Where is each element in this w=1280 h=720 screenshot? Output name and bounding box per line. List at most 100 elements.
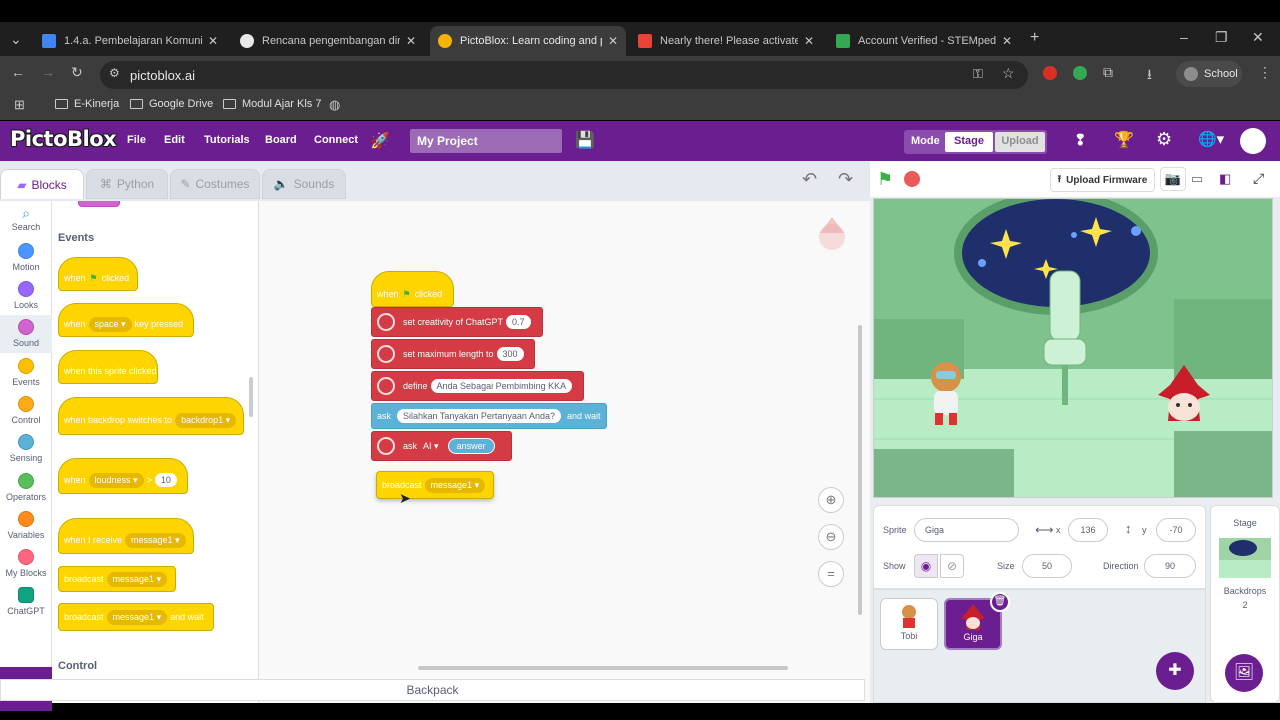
extensions-puzzle-icon[interactable]: ⧉ <box>1103 64 1113 81</box>
menu-edit[interactable]: Edit <box>164 134 185 146</box>
backpack-bar[interactable]: Backpack <box>0 679 865 701</box>
ask-question-input[interactable]: Silahkan Tanyakan Pertanyaan Anda? <box>397 409 561 423</box>
category-chatgpt[interactable]: ChatGPT <box>0 587 52 616</box>
category-motion[interactable]: Motion <box>0 243 52 272</box>
tab-blocks[interactable]: ▰ Blocks <box>0 169 84 199</box>
small-stage-icon[interactable]: ▭ <box>1191 171 1203 187</box>
close-tab-icon[interactable]: ✕ <box>804 34 814 48</box>
large-stage-icon[interactable]: ◧ <box>1219 171 1231 187</box>
stage-canvas[interactable] <box>873 198 1273 498</box>
redo-icon[interactable]: ↷ <box>838 169 853 190</box>
new-tab-icon[interactable]: + <box>1030 29 1039 47</box>
category-search[interactable]: ⌕ Search <box>0 205 52 232</box>
save-icon[interactable]: 💾 <box>575 130 595 150</box>
message-dropdown[interactable]: message1 ▾ <box>125 532 186 548</box>
y-input[interactable]: -70 <box>1156 518 1196 542</box>
when-sprite-clicked-block[interactable]: when this sprite clicked <box>58 350 158 384</box>
extension-green-icon[interactable] <box>1073 66 1087 80</box>
tab-sounds[interactable]: 🔈 Sounds <box>262 169 346 199</box>
direction-input[interactable]: 90 <box>1144 554 1196 578</box>
when-i-receive-block[interactable]: when I receive message1 ▾ <box>58 518 194 554</box>
ask-ai-block[interactable]: ask AI ▾ answer <box>371 431 512 461</box>
menu-connect[interactable]: Connect <box>314 134 358 146</box>
browser-tab-5[interactable]: Account Verified - STEMpedia ✕ <box>828 26 1020 56</box>
browser-tab-2[interactable]: Rencana pengembangan diri AI ✕ <box>232 26 424 56</box>
forward-icon[interactable]: → <box>41 64 55 80</box>
upload-firmware-button[interactable]: ⭱ Upload Firmware <box>1050 168 1155 192</box>
bookmark-e-kinerja[interactable]: E-Kinerja <box>55 98 119 110</box>
set-max-length-block[interactable]: set maximum length to 300 <box>371 339 535 369</box>
broadcast-script-block-dragging[interactable]: broadcast message1 ▾ <box>376 471 494 499</box>
close-tab-icon[interactable]: ✕ <box>208 34 218 48</box>
when-key-pressed-block[interactable]: when space ▾ key pressed <box>58 303 194 337</box>
apps-grid-icon[interactable]: ⊞ <box>14 97 25 113</box>
answer-reporter[interactable]: answer <box>447 438 495 454</box>
close-tab-icon[interactable]: ✕ <box>608 34 618 48</box>
category-my-blocks[interactable]: My Blocks <box>0 549 52 578</box>
reload-icon[interactable]: ↻ <box>71 64 83 81</box>
close-window-icon[interactable]: ✕ <box>1252 29 1264 46</box>
message-dropdown[interactable]: message1 ▾ <box>106 609 168 625</box>
sound-block-partial[interactable] <box>78 201 120 207</box>
sprite-thumb-tobi[interactable]: Tobi <box>880 598 938 650</box>
undo-icon[interactable]: ↶ <box>802 169 817 190</box>
feedback-icon[interactable]: ❢ <box>1074 131 1087 149</box>
ask-and-wait-block[interactable]: ask Silahkan Tanyakan Pertanyaan Anda? a… <box>371 403 607 429</box>
add-backdrop-button[interactable]: 🖼 <box>1225 654 1263 692</box>
define-block[interactable]: define Anda Sebagai Pembimbing KKA <box>371 371 584 401</box>
password-key-icon[interactable]: ⚿ <box>973 66 983 82</box>
show-visible-eye-icon[interactable]: ◉ <box>914 554 938 578</box>
menu-tutorials[interactable]: Tutorials <box>204 134 250 146</box>
message-dropdown[interactable]: message1 ▾ <box>424 477 486 493</box>
more-menu-icon[interactable]: ⋮ <box>1258 64 1272 81</box>
category-events[interactable]: Events <box>0 358 52 387</box>
zoom-in-button[interactable]: ⊕ <box>818 487 844 513</box>
set-creativity-block[interactable]: set creativity of ChatGPT 0.7 <box>371 307 543 337</box>
sprite-name-input[interactable]: Giga <box>914 518 1019 542</box>
settings-gear-icon[interactable]: ⚙ <box>1156 129 1172 150</box>
browser-tab-1[interactable]: 1.4.a. Pembelajaran Komunikasi ✕ <box>34 26 226 56</box>
size-input[interactable]: 50 <box>1022 554 1072 578</box>
zoom-reset-button[interactable]: = <box>818 561 844 587</box>
palette-scrollbar[interactable] <box>249 377 253 417</box>
fullscreen-icon[interactable]: ⤢ <box>1253 170 1264 187</box>
browser-tab-3-active[interactable]: PictoBlox: Learn coding and pro ✕ <box>430 26 626 56</box>
creativity-input[interactable]: 0.7 <box>506 315 531 329</box>
ai-dropdown[interactable]: AI ▾ <box>423 441 439 452</box>
user-avatar[interactable] <box>1240 128 1266 154</box>
tab-python[interactable]: ⌘ Python <box>86 169 168 199</box>
minimize-icon[interactable]: – <box>1180 29 1188 45</box>
category-variables[interactable]: Variables <box>0 511 52 540</box>
define-input[interactable]: Anda Sebagai Pembimbing KKA <box>430 379 573 393</box>
category-sound[interactable]: Sound <box>0 315 52 353</box>
camera-icon[interactable]: 📷 <box>1160 167 1186 191</box>
backdrop-dropdown[interactable]: backdrop1 ▾ <box>175 412 237 428</box>
canvas-vertical-scrollbar[interactable] <box>858 325 862 615</box>
downloads-icon[interactable]: ⭳ <box>1147 64 1152 88</box>
tab-costumes[interactable]: ✎ Costumes <box>170 169 260 199</box>
back-icon[interactable]: ← <box>11 64 25 80</box>
project-name-input[interactable]: My Project <box>410 129 562 153</box>
category-looks[interactable]: Looks <box>0 281 52 310</box>
delete-sprite-icon[interactable]: 🗑 <box>990 592 1010 612</box>
close-tab-icon[interactable]: ✕ <box>406 34 416 48</box>
bookmark-google-drive[interactable]: Google Drive <box>130 98 213 110</box>
restore-icon[interactable]: ❐ <box>1215 29 1228 46</box>
bookmark-star-icon[interactable]: ☆ <box>1002 65 1015 82</box>
globe-icon[interactable]: ◍ <box>329 97 340 113</box>
message-dropdown[interactable]: message1 ▾ <box>106 571 168 587</box>
profile-chip[interactable]: School <box>1176 61 1242 87</box>
hide-eye-slash-icon[interactable]: ⊘ <box>940 554 964 578</box>
trophy-icon[interactable]: 🏆 <box>1114 130 1134 150</box>
stop-button[interactable] <box>904 171 920 187</box>
x-input[interactable]: 136 <box>1068 518 1108 542</box>
when-loudness-block[interactable]: when loudness ▾ > 10 <box>58 458 188 494</box>
broadcast-and-wait-block[interactable]: broadcast message1 ▾ and wait <box>58 603 214 631</box>
site-info-icon[interactable]: ⚙ <box>109 66 120 80</box>
when-backdrop-switches-block[interactable]: when backdrop switches to backdrop1 ▾ <box>58 397 244 435</box>
key-dropdown[interactable]: space ▾ <box>88 316 132 332</box>
loudness-value-input[interactable]: 10 <box>154 473 177 487</box>
max-length-input[interactable]: 300 <box>496 347 524 361</box>
when-flag-clicked-script-block[interactable]: when ⚑ clicked <box>371 271 454 307</box>
stage-selector[interactable]: Stage Backdrops 2 🖼 <box>1210 505 1280 703</box>
